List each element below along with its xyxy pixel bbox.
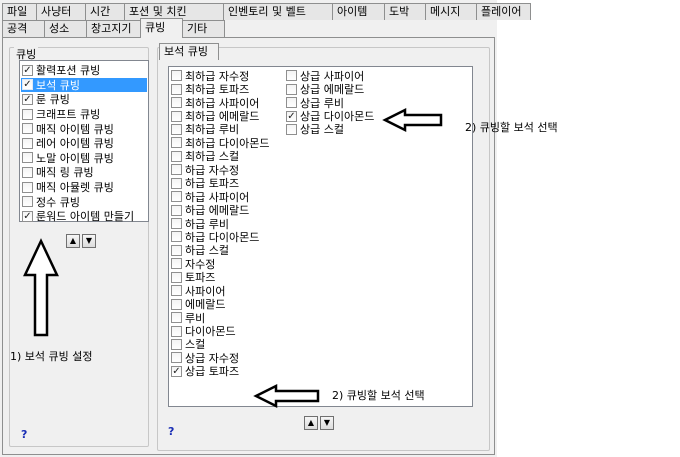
annotation-step2-bottom: 2) 큐빙할 보석 선택 — [332, 389, 425, 402]
annotation-arrow-up — [23, 238, 59, 337]
tab-gem-cubing[interactable]: 보석 큐빙 — [159, 43, 219, 60]
annotation-arrow-left-bottom — [253, 383, 320, 409]
tab-bottom-3[interactable]: 큐빙 — [140, 18, 183, 38]
annotation-arrow-left-top — [382, 107, 443, 133]
annotation-step1: 1) 보석 큐빙 설정 — [10, 350, 93, 363]
annotation-step2-top: 2) 큐빙할 보석 선택 — [465, 121, 558, 134]
